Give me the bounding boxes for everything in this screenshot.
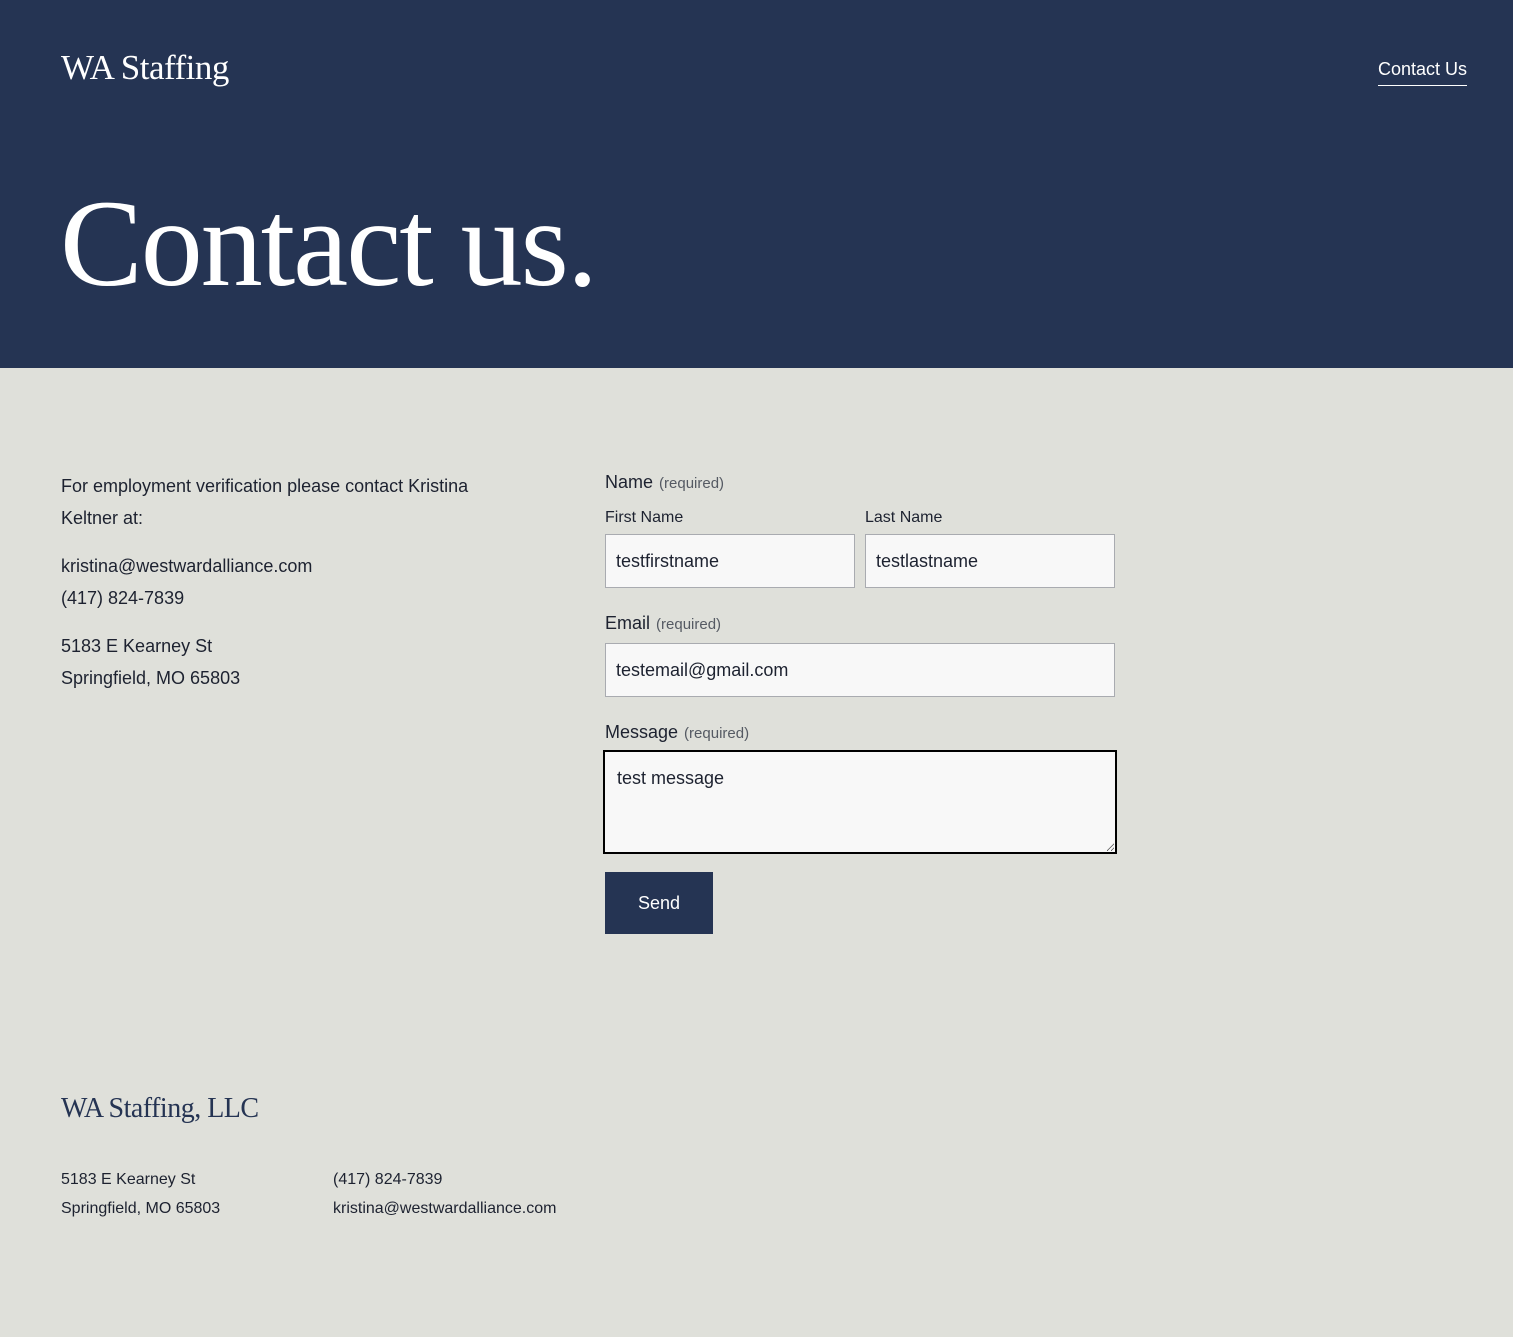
email-label: Email (required) [605,613,1115,634]
nav-contact-us-link[interactable]: Contact Us [1377,59,1467,86]
message-label: Message (required) [605,722,1115,743]
first-name-group: First Name [605,509,855,588]
footer-address: 5183 E Kearney St Springfield, MO 65803 [61,1165,220,1223]
verification-intro: For employment verification please conta… [61,476,469,528]
contact-form: Name (required) First Name Last Name Emai… [603,472,1117,934]
footer-address-line-2: Springfield, MO 65803 [61,1200,221,1217]
last-name-input[interactable] [865,534,1115,588]
last-name-label: Last Name [865,509,943,526]
contact-email: kristina@westwardalliance.com [61,556,313,576]
last-name-group: Last Name [865,509,1115,588]
email-label-text: Email [605,613,651,633]
site-logo[interactable]: WA Staffing [61,48,229,88]
contact-info: For employment verification please conta… [61,470,501,710]
name-label-text: Name [605,472,654,492]
name-required-note: (required) [659,475,725,492]
send-button[interactable]: Send [605,872,713,934]
message-label-text: Message [605,722,679,742]
contact-details: kristina@westwardalliance.com (417) 824-… [61,550,501,614]
email-input[interactable] [605,643,1115,697]
footer-email: kristina@westwardalliance.com [333,1200,557,1217]
first-name-label: First Name [605,509,684,526]
name-label: Name (required) [605,472,1115,493]
email-group: Email (required) [605,613,1115,697]
message-required-note: (required) [684,725,750,742]
email-required-note: (required) [656,616,722,633]
footer-contact: (417) 824-7839 kristina@westwardalliance… [333,1165,556,1223]
first-name-input[interactable] [605,534,855,588]
footer-logo: WA Staffing, LLC [61,1093,259,1124]
footer-address-line-1: 5183 E Kearney St [61,1171,196,1188]
page-title: Contact us. [60,175,598,312]
footer-phone: (417) 824-7839 [333,1171,443,1188]
name-row: First Name Last Name [605,509,1115,588]
contact-address: 5183 E Kearney St Springfield, MO 65803 [61,630,501,694]
hero-header: WA Staffing Contact Us Contact us. [0,0,1513,368]
address-line-1: 5183 E Kearney St [61,636,213,656]
address-line-2: Springfield, MO 65803 [61,668,241,688]
message-textarea[interactable]: test message [603,750,1117,854]
message-group: Message (required) test message [603,722,1117,854]
contact-phone: (417) 824-7839 [61,588,185,608]
